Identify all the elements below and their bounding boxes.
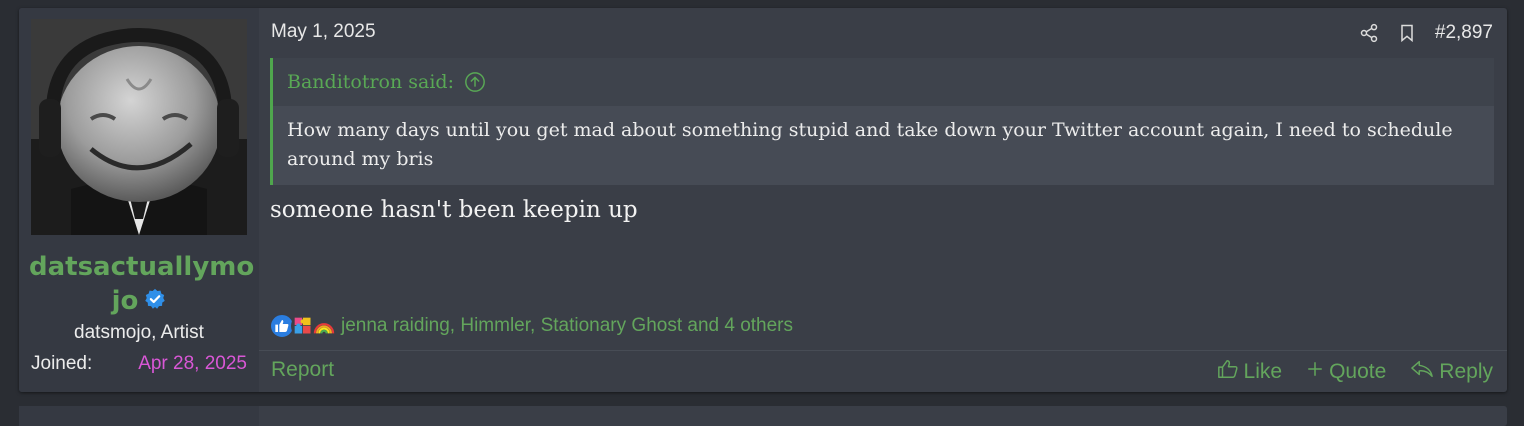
next-post-edge	[19, 406, 1507, 426]
rainbow-icon	[312, 314, 336, 338]
username-line-1[interactable]: datsactuallymo	[29, 252, 254, 282]
bookmark-icon[interactable]	[1397, 23, 1417, 43]
post-header-actions: #2,897	[1359, 20, 1493, 46]
share-icon[interactable]	[1359, 23, 1379, 43]
quote-text: How many days until you get mad about so…	[287, 119, 1453, 170]
quote-label[interactable]: Quote	[1329, 360, 1386, 384]
username-line-2[interactable]: jo	[112, 286, 139, 316]
joined-label: Joined:	[31, 353, 93, 374]
quote-block: Banditotron said: How many days until yo…	[270, 58, 1494, 185]
user-column: datsactuallymo jo datsmojo, Artist Joine…	[19, 8, 259, 392]
joined-date: Apr 28, 2025	[138, 353, 247, 374]
quote-header: Banditotron said:	[273, 58, 1494, 106]
report-button[interactable]: Report	[271, 358, 334, 382]
avatar[interactable]	[31, 19, 247, 235]
quote-button[interactable]: Quote	[1306, 360, 1386, 384]
next-post-user-column	[19, 406, 259, 426]
post-number[interactable]: #2,897	[1435, 22, 1493, 44]
reply-arrow-icon	[1410, 358, 1434, 386]
arrow-up-circle-icon[interactable]	[464, 71, 486, 93]
thumbs-up-icon	[1217, 358, 1239, 386]
message-content: May 1, 2025 #2,897 Banditotron said: How…	[259, 8, 1507, 392]
footer-actions: Like Quote Reply	[1217, 358, 1493, 386]
reply-button[interactable]: Reply	[1410, 358, 1493, 386]
joined-row: Joined: Apr 28, 2025	[31, 353, 247, 379]
verified-check-icon	[144, 285, 166, 319]
reaction-names[interactable]: jenna raiding, Himmler, Stationary Ghost…	[341, 315, 793, 337]
quote-author[interactable]: Banditotron said:	[287, 71, 454, 93]
message-post: datsactuallymo jo datsmojo, Artist Joine…	[19, 8, 1507, 392]
post-date[interactable]: May 1, 2025	[271, 21, 376, 43]
like-label[interactable]: Like	[1244, 360, 1283, 384]
reactions-bar[interactable]: jenna raiding, Himmler, Stationary Ghost…	[270, 312, 793, 340]
user-title: datsmojo, Artist	[74, 322, 204, 343]
post-body: someone hasn't been keepin up	[270, 197, 638, 223]
post-footer: Report Like Quote Reply	[259, 350, 1507, 392]
reply-label[interactable]: Reply	[1439, 360, 1493, 384]
plus-icon	[1306, 360, 1324, 384]
like-button[interactable]: Like	[1217, 358, 1283, 386]
username[interactable]: datsactuallymo jo	[29, 250, 254, 319]
